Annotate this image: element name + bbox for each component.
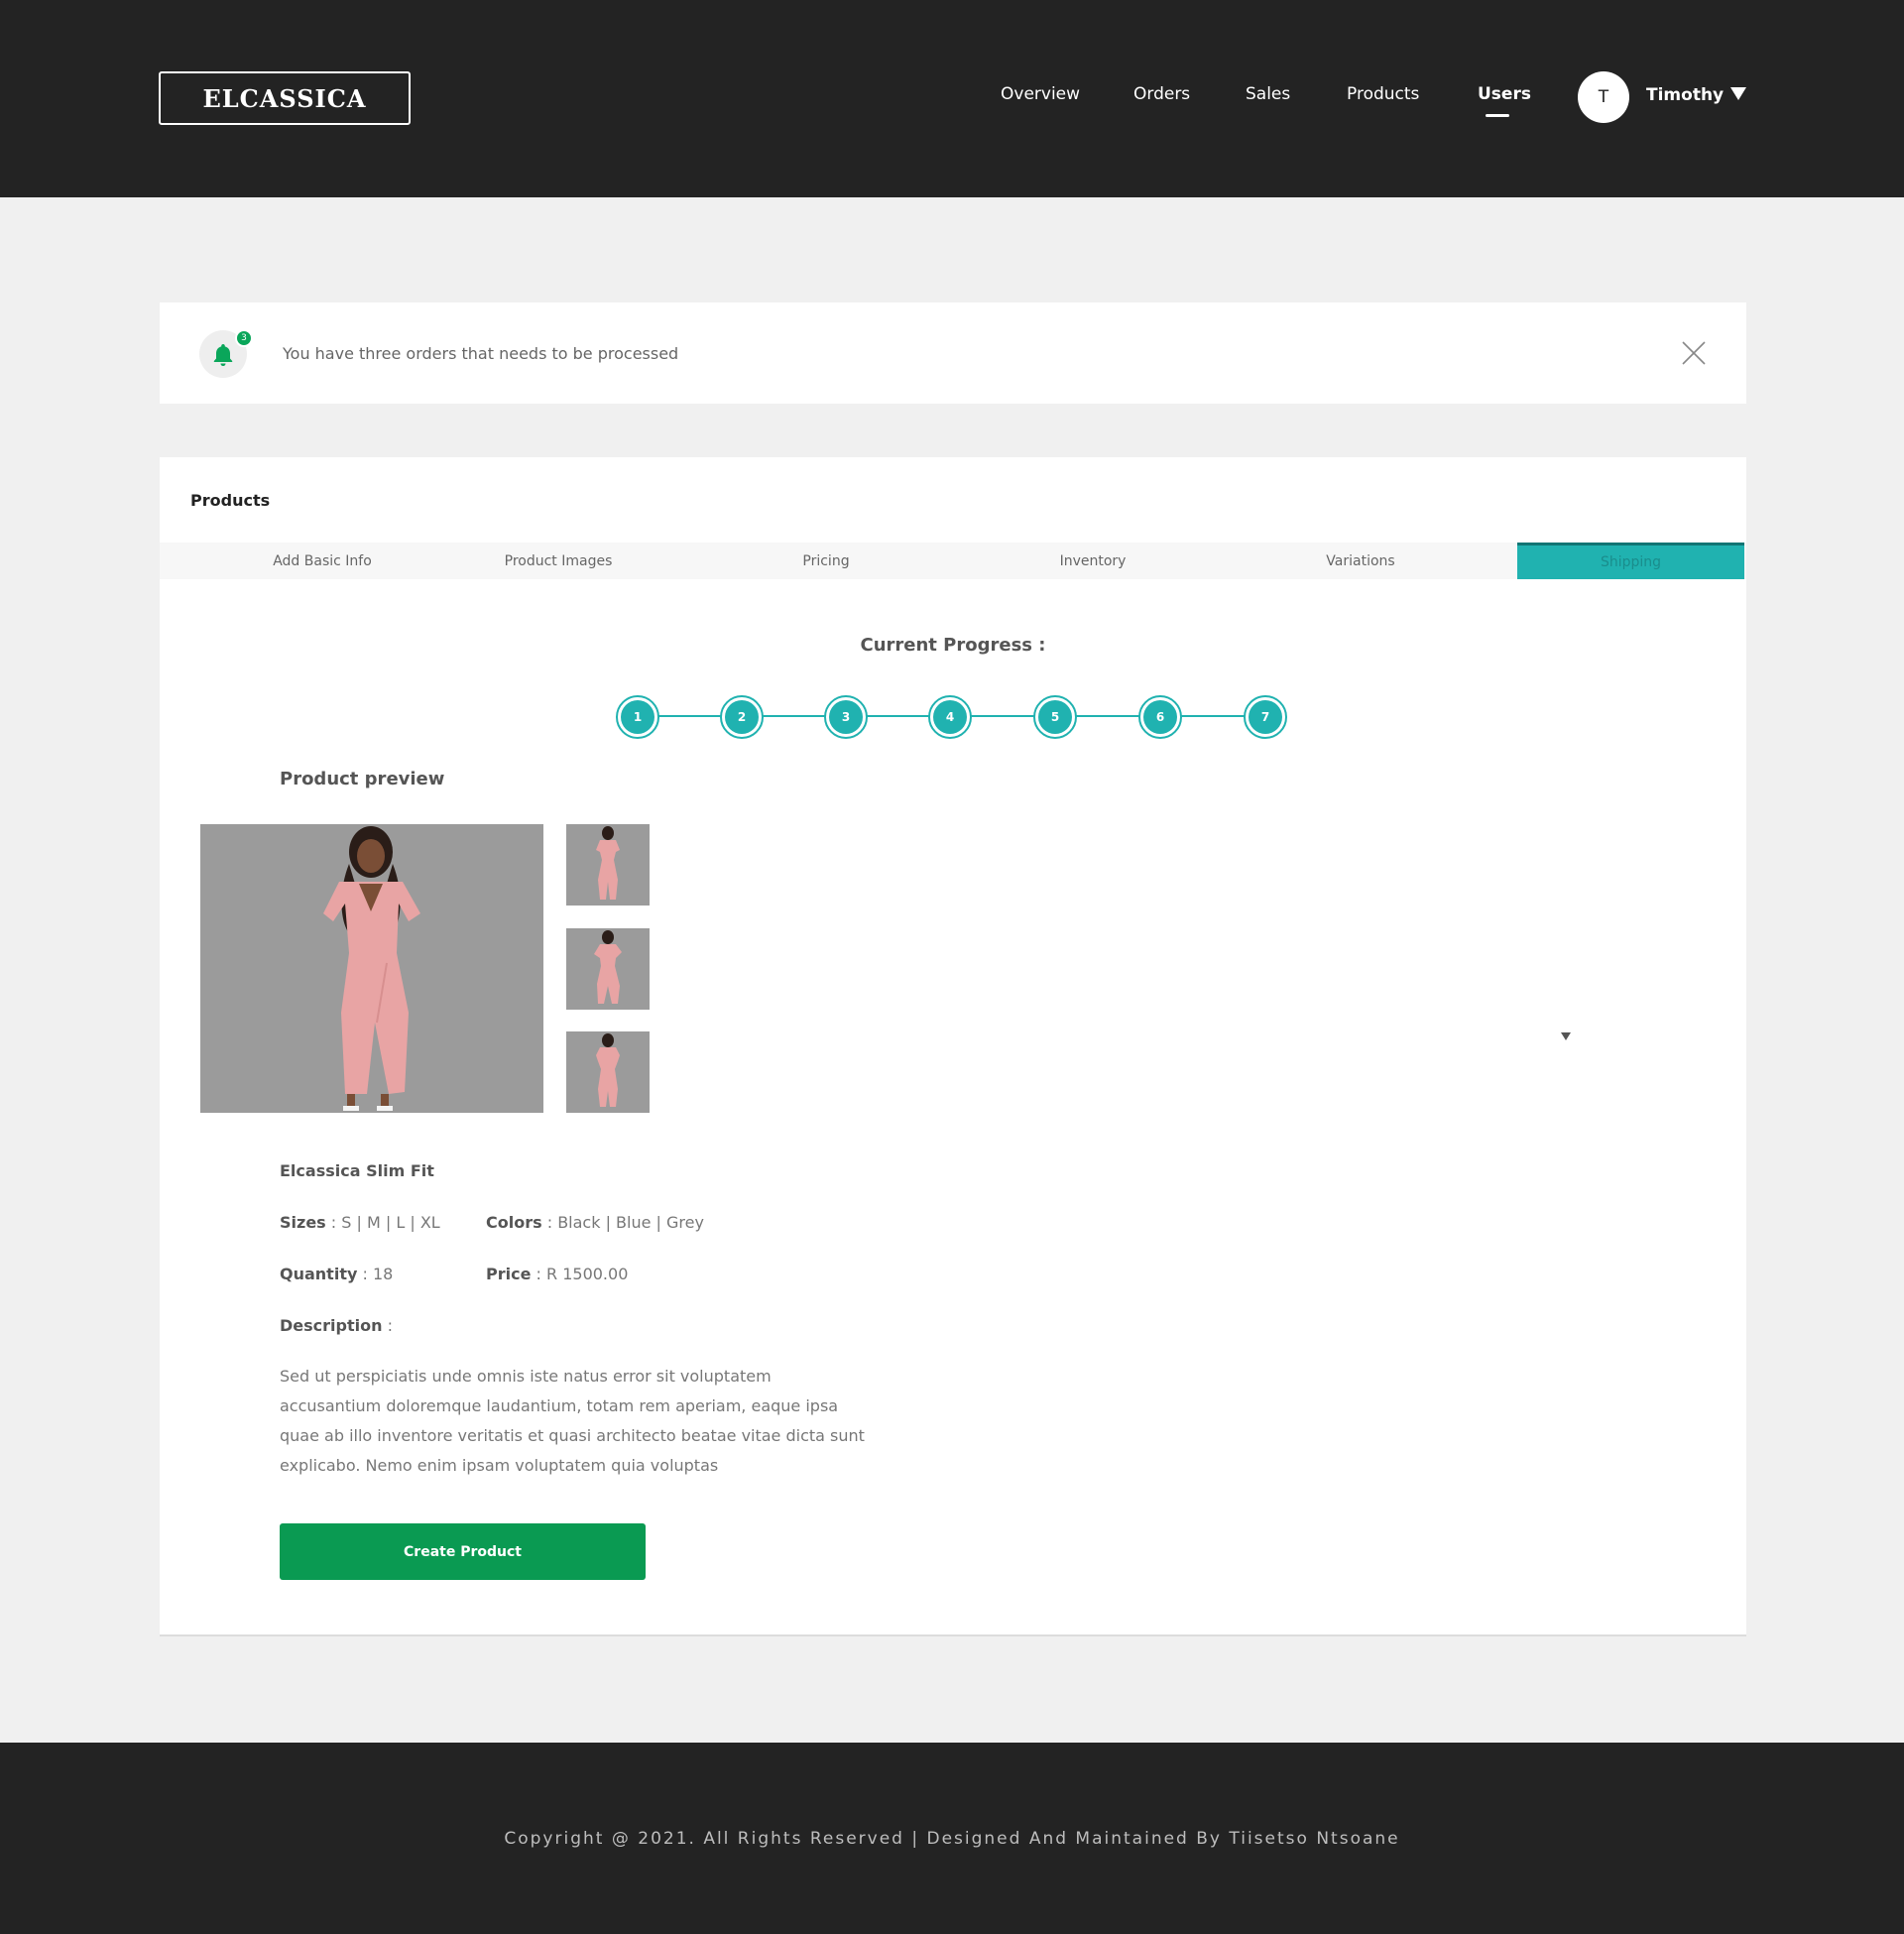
product-colors: Colors : Black | Blue | Grey — [486, 1213, 704, 1232]
price-value: : R 1500.00 — [531, 1265, 629, 1283]
step-number: 6 — [1143, 700, 1177, 734]
product-description: Sed ut perspiciatis unde omnis iste natu… — [280, 1367, 865, 1475]
colors-label: Colors — [486, 1213, 542, 1232]
quantity-value: : 18 — [357, 1265, 394, 1283]
active-nav-indicator — [1486, 114, 1509, 117]
footer: Copyright @ 2021. All Rights Reserved | … — [0, 1743, 1904, 1934]
notification-count-badge: 3 — [235, 329, 253, 347]
product-sizes: Sizes : S | M | L | XL — [280, 1213, 440, 1232]
step-number: 2 — [725, 700, 759, 734]
quantity-label: Quantity — [280, 1265, 358, 1283]
tab-product-images[interactable]: Product Images — [423, 543, 693, 579]
product-thumbnail[interactable] — [566, 928, 650, 1010]
orders-alert: 3 You have three orders that needs to be… — [160, 302, 1746, 404]
step-number: 7 — [1249, 700, 1282, 734]
product-main-image[interactable] — [200, 824, 543, 1113]
create-product-button[interactable]: Create Product — [280, 1523, 646, 1580]
step-number: 1 — [621, 700, 654, 734]
progress-step-6[interactable]: 6 — [1138, 695, 1182, 739]
close-icon[interactable] — [1681, 340, 1707, 366]
colors-value: : Black | Blue | Grey — [541, 1213, 704, 1232]
nav-sales[interactable]: Sales — [1246, 84, 1290, 104]
sizes-value: : S | M | L | XL — [325, 1213, 440, 1232]
nav-overview[interactable]: Overview — [1001, 84, 1080, 104]
progress-step-5[interactable]: 5 — [1033, 695, 1077, 739]
user-name[interactable]: Timothy — [1646, 85, 1724, 105]
progress-step-2[interactable]: 2 — [720, 695, 764, 739]
product-quantity: Quantity : 18 — [280, 1265, 393, 1283]
product-description-heading: Description : — [280, 1316, 393, 1335]
sizes-label: Sizes — [280, 1213, 326, 1232]
tab-variations[interactable]: Variations — [1227, 543, 1494, 579]
product-thumbnail[interactable] — [566, 1031, 650, 1113]
step-number: 3 — [829, 700, 863, 734]
progress-title: Current Progress : — [860, 635, 1046, 656]
description-suffix: : — [382, 1316, 393, 1335]
alert-message: You have three orders that needs to be p… — [283, 344, 679, 363]
product-name: Elcassica Slim Fit — [280, 1161, 434, 1180]
user-avatar[interactable]: T — [1578, 71, 1629, 123]
price-label: Price — [486, 1265, 532, 1283]
progress-step-3[interactable]: 3 — [824, 695, 868, 739]
step-number: 5 — [1038, 700, 1072, 734]
nav-products[interactable]: Products — [1347, 84, 1419, 104]
top-navbar: ELCASSICA Overview Orders Sales Products… — [0, 0, 1904, 197]
progress-step-7[interactable]: 7 — [1244, 695, 1287, 739]
product-price: Price : R 1500.00 — [486, 1265, 628, 1283]
nav-orders[interactable]: Orders — [1133, 84, 1190, 104]
preview-title: Product preview — [280, 769, 445, 789]
description-label: Description — [280, 1316, 383, 1335]
user-menu-caret-icon[interactable] — [1730, 87, 1746, 100]
tab-pricing[interactable]: Pricing — [693, 543, 959, 579]
progress-step-1[interactable]: 1 — [616, 695, 659, 739]
progress-step-4[interactable]: 4 — [928, 695, 972, 739]
tab-shipping[interactable]: Shipping — [1517, 543, 1744, 579]
brand-logo[interactable]: ELCASSICA — [159, 71, 411, 125]
dropdown-caret-icon[interactable] — [1561, 1032, 1571, 1040]
product-wizard-tabs: Add Basic Info Product Images Pricing In… — [160, 543, 1746, 579]
products-card: Products Add Basic Info Product Images P… — [160, 457, 1746, 1636]
copyright-text: Copyright @ 2021. All Rights Reserved | … — [504, 1829, 1400, 1849]
step-number: 4 — [933, 700, 967, 734]
tab-inventory[interactable]: Inventory — [959, 543, 1227, 579]
nav-users[interactable]: Users — [1478, 84, 1531, 104]
card-title: Products — [190, 491, 271, 510]
product-thumbnail[interactable] — [566, 824, 650, 906]
